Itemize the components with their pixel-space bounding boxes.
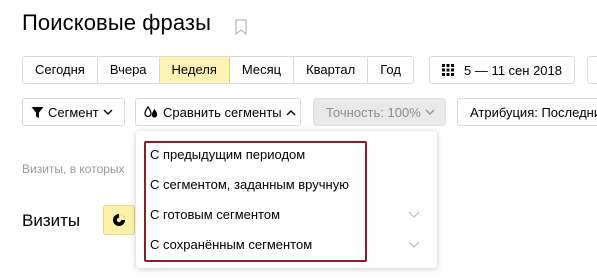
- compare-segments-label: Сравнить сегменты: [163, 104, 282, 120]
- pie-chart-icon: [113, 214, 125, 226]
- segment-note: Визиты, в которых: [22, 162, 125, 176]
- chart-type-button[interactable]: [103, 205, 135, 235]
- segment-button[interactable]: Сегмент: [22, 98, 125, 126]
- compare-segments-button[interactable]: Сравнить сегменты: [135, 98, 301, 126]
- period-selector: Сегодня Вчера Неделя Месяц Квартал Год: [22, 56, 414, 84]
- grid-dots-icon: [442, 64, 454, 76]
- drops-icon: [144, 105, 158, 117]
- menu-item-ready-segment[interactable]: С готовым сегментом: [150, 203, 430, 227]
- chevron-down-icon: [425, 109, 435, 115]
- menu-item-label: С предыдущим периодом: [150, 147, 306, 162]
- chevron-up-icon: [286, 109, 296, 115]
- bookmark-icon[interactable]: [235, 19, 247, 35]
- attribution-button[interactable]: Атрибуция: Последний: [457, 98, 597, 126]
- period-quarter[interactable]: Квартал: [294, 57, 369, 83]
- period-month[interactable]: Месяц: [229, 57, 295, 83]
- menu-item-label: С сегментом, заданным вручную: [150, 177, 349, 192]
- chevron-down-icon: [103, 109, 113, 115]
- accuracy-label: Точность: 100%: [326, 104, 421, 120]
- attribution-label: Атрибуция: Последний: [470, 104, 597, 120]
- menu-item-label: С сохранённым сегментом: [150, 237, 313, 252]
- menu-item-previous-period[interactable]: С предыдущим периодом: [150, 143, 430, 167]
- menu-item-label: С готовым сегментом: [150, 207, 281, 222]
- period-week[interactable]: Неделя: [159, 57, 230, 83]
- period-year[interactable]: Год: [368, 57, 413, 83]
- chevron-down-icon: [408, 211, 420, 218]
- period-yesterday[interactable]: Вчера: [97, 57, 160, 83]
- period-today[interactable]: Сегодня: [23, 57, 98, 83]
- date-range-button[interactable]: 5 — 11 сен 2018: [429, 56, 575, 84]
- menu-item-manual-segment[interactable]: С сегментом, заданным вручную: [150, 173, 430, 197]
- segment-label: Сегмент: [48, 104, 99, 120]
- date-range-label: 5 — 11 сен 2018: [464, 62, 563, 78]
- visits-heading: Визиты: [22, 211, 81, 230]
- funnel-icon: [31, 106, 44, 118]
- page-title: Поисковые фразы: [22, 10, 212, 35]
- chevron-down-icon: [408, 241, 420, 248]
- accuracy-button[interactable]: Точность: 100%: [313, 98, 446, 126]
- menu-item-saved-segment[interactable]: С сохранённым сегментом: [150, 233, 430, 257]
- extra-toolbar-button[interactable]: [587, 56, 597, 84]
